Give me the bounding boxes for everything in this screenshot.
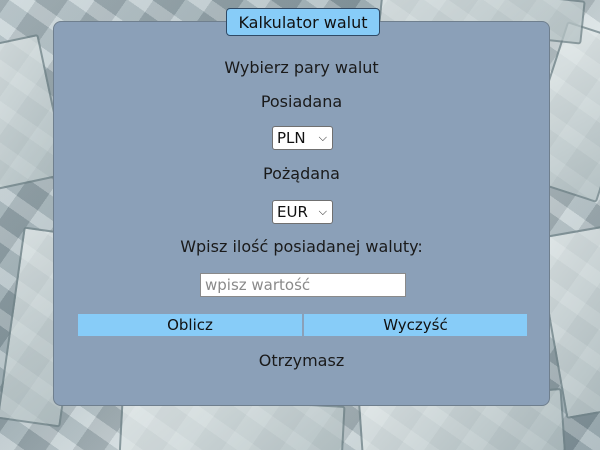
amount-input[interactable]: wpisz wartość	[200, 273, 406, 297]
result-label: Otrzymasz	[258, 351, 345, 370]
amount-label: Wpisz ilość posiadanej waluty:	[180, 237, 423, 256]
want-currency-value: EUR	[277, 203, 308, 221]
app-title: Kalkulator walut	[226, 8, 380, 36]
have-currency-label: Posiadana	[260, 92, 343, 111]
amount-placeholder: wpisz wartość	[205, 276, 311, 294]
want-currency-label: Pożądana	[263, 164, 340, 183]
converter-card: Kalkulator walut Wybierz pary walut Posi…	[53, 8, 550, 406]
clear-button[interactable]: Wyczyść	[304, 314, 527, 336]
chevron-down-icon: ⌵	[318, 131, 327, 144]
want-currency-select[interactable]: EUR ⌵	[272, 200, 333, 224]
chevron-down-icon: ⌵	[318, 205, 327, 218]
have-currency-value: PLN	[277, 129, 306, 147]
have-currency-select[interactable]: PLN ⌵	[272, 126, 333, 150]
calculate-button[interactable]: Oblicz	[78, 314, 302, 336]
pair-heading: Wybierz pary walut	[224, 58, 379, 77]
